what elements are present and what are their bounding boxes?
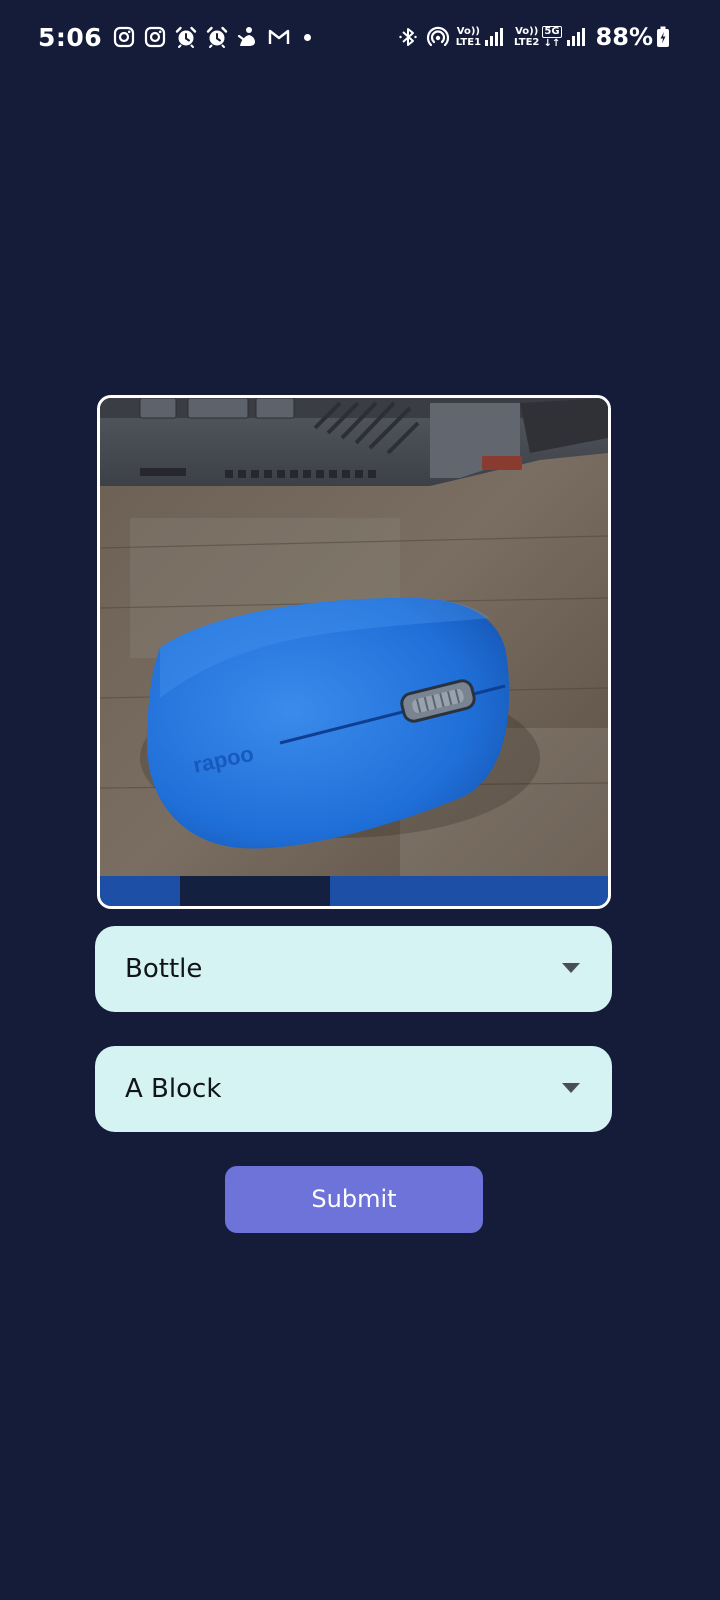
signal-strength-sim1-icon (484, 27, 506, 47)
volte-sim1-label: Vo)) LTE1 (455, 26, 482, 48)
dropdown-arrow-icon (562, 963, 580, 973)
instagram-icon (112, 25, 136, 49)
signal-strength-sim2-icon (566, 27, 588, 47)
submit-button[interactable]: Submit (225, 1166, 483, 1233)
instagram-icon (143, 25, 167, 49)
app-notification-icon (236, 25, 260, 49)
volte-sim2-label: Vo)) LTE2 (514, 26, 540, 48)
alarm-icon (174, 25, 198, 49)
battery-charging-icon (656, 26, 670, 48)
location-dropdown[interactable]: A Block (95, 1046, 612, 1132)
5g-indicator: 5G ↓↑ (542, 25, 562, 49)
item-type-selected-value: Bottle (125, 954, 203, 984)
location-selected-value: A Block (125, 1074, 222, 1104)
gmail-icon (267, 25, 291, 49)
clock-time: 5:06 (38, 22, 103, 52)
photo-preview-image: rapoo (100, 398, 608, 906)
status-bar: 5:06 Vo)) LTE1 Vo)) LTE2 5G ↓↑ 88% (0, 0, 720, 72)
hotspot-icon (426, 25, 450, 49)
alarm-icon (205, 25, 229, 49)
item-type-dropdown[interactable]: Bottle (95, 926, 612, 1012)
status-bar-left: 5:06 (38, 20, 312, 54)
status-bar-right: Vo)) LTE1 Vo)) LTE2 5G ↓↑ 88% (396, 20, 670, 54)
battery-percentage: 88% (595, 23, 653, 51)
bluetooth-icon (396, 25, 420, 49)
photo-preview[interactable]: rapoo (97, 395, 611, 909)
more-notifications-dot (304, 33, 312, 41)
dropdown-arrow-icon (562, 1083, 580, 1093)
